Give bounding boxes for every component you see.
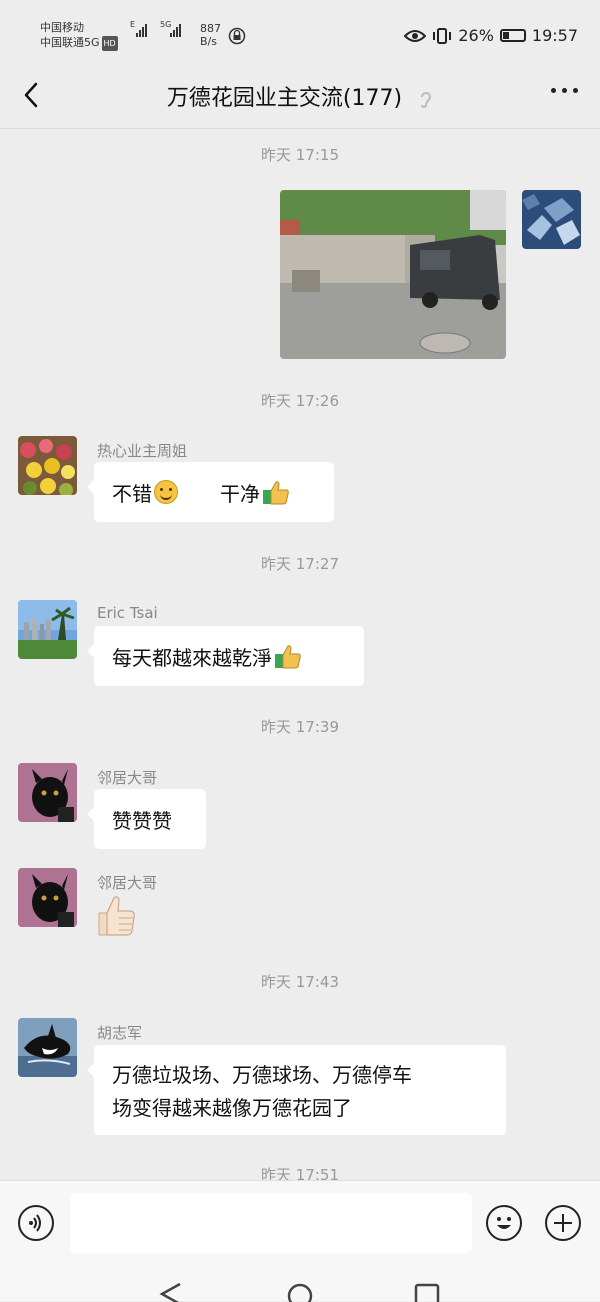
message-time: 昨天 17:26 [261, 392, 339, 410]
hd-badge: HD [101, 36, 118, 51]
chat-header: 万德花园业主交流(177) [0, 66, 600, 129]
carrier-2: 中国联通5G [40, 36, 100, 49]
message-bubble[interactable]: 每天都越來越乾淨 [87, 626, 364, 686]
message-text-line: 万德垃圾场、万德球场、万德停车 [112, 1063, 412, 1087]
sent-photo-image[interactable] [280, 190, 506, 359]
avatar[interactable] [18, 868, 77, 927]
avatar[interactable] [18, 1018, 77, 1077]
eye-icon [404, 29, 427, 42]
avatar[interactable] [18, 600, 77, 659]
thumbs-up-sticker-icon[interactable] [95, 893, 137, 937]
net-speed-unit: B/s [200, 35, 217, 48]
sender-name: 邻居大哥 [97, 769, 158, 787]
message-text: 每天都越來越乾淨 [112, 645, 272, 670]
chat-title: 万德花园业主交流(177) [166, 86, 403, 111]
avatar[interactable] [522, 190, 581, 249]
smile-emoji-icon [154, 480, 178, 504]
message-time: 昨天 17:43 [261, 973, 339, 991]
thumbs-up-emoji-icon [263, 481, 289, 505]
message-time: 昨天 17:15 [261, 146, 339, 164]
signal-icon [170, 24, 181, 37]
carrier-info: 中国移动 中国联通5G HD [40, 20, 118, 51]
message-text: 干净 [220, 481, 260, 506]
message-bubble[interactable]: 赞赞赞 [87, 789, 206, 849]
system-back-icon[interactable] [158, 1282, 184, 1302]
message-bubble[interactable]: 不错 干净 [87, 462, 334, 522]
mute-icon [419, 89, 433, 110]
avatar[interactable] [18, 763, 77, 822]
add-icon[interactable] [545, 1205, 581, 1241]
sender-name: Eric Tsai [97, 604, 158, 622]
avatar[interactable] [18, 436, 77, 495]
emoji-icon[interactable] [486, 1205, 522, 1241]
chat-title-wrap: 万德花园业主交流(177) [0, 80, 600, 112]
status-bar: 中国移动 中国联通5G HD E 5G 887 B/s 26% 19:57 [0, 0, 600, 66]
battery-percent: 26% [458, 26, 494, 45]
system-home-icon[interactable] [286, 1282, 314, 1302]
sender-name: 热心业主周姐 [97, 442, 188, 460]
thumbs-up-emoji-icon [275, 645, 301, 669]
status-right: 26% 19:57 [404, 26, 578, 45]
clock: 19:57 [531, 26, 578, 45]
voice-input-icon[interactable] [18, 1205, 54, 1241]
vibrate-icon [433, 27, 452, 44]
vpn-icon [228, 27, 246, 45]
carrier-1: 中国移动 [40, 21, 84, 34]
network-e-label: E [130, 20, 136, 29]
message-time: 昨天 17:27 [261, 555, 339, 573]
net-speed: 887 B/s [200, 22, 221, 48]
battery-icon [499, 29, 526, 42]
more-options-icon[interactable] [551, 88, 578, 93]
message-text: 不错 [112, 481, 152, 506]
message-input[interactable] [70, 1193, 472, 1253]
system-recents-icon[interactable] [414, 1282, 440, 1302]
sender-name: 邻居大哥 [97, 874, 158, 892]
net-speed-value: 887 [200, 22, 221, 35]
message-bubble[interactable]: 万德垃圾场、万德球场、万德停车 场变得越来越像万德花园了 [87, 1045, 506, 1135]
message-text: 赞赞赞 [112, 808, 172, 833]
sender-name: 胡志军 [97, 1024, 143, 1042]
signal-icon [136, 24, 147, 37]
message-time: 昨天 17:39 [261, 718, 339, 736]
message-text-line: 场变得越来越像万德花园了 [112, 1096, 352, 1120]
